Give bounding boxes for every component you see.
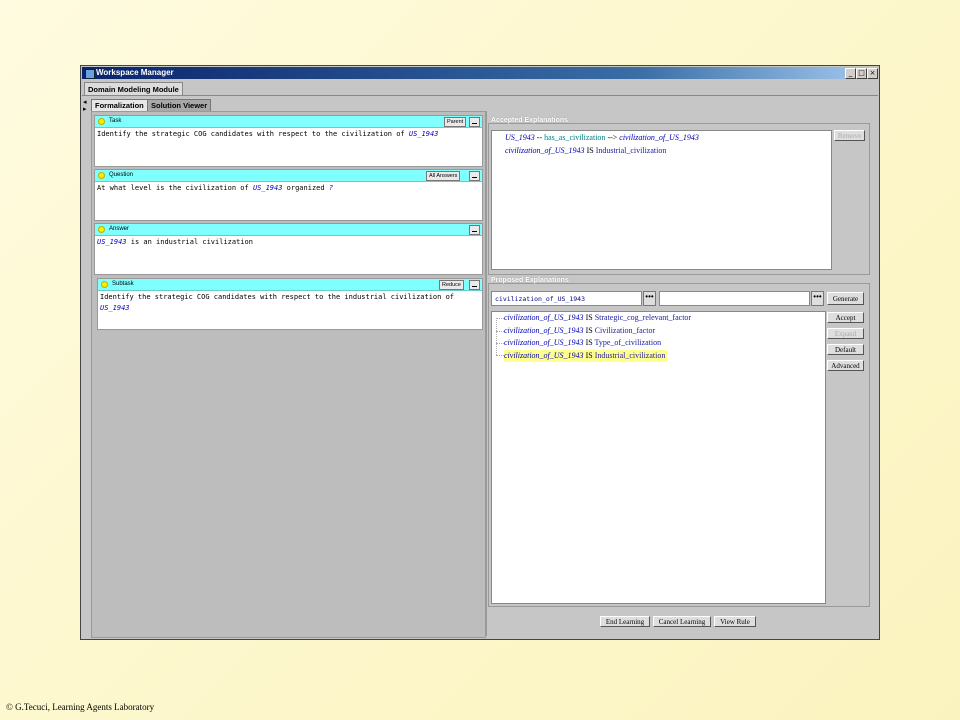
question-minimize-button[interactable] [469,171,480,181]
question-mark: ? [328,184,334,192]
subtask-text-line1: Identify the strategic COG candidates wi… [100,293,455,301]
explanation-source: civilization_of_US_1943 [504,325,584,335]
copyright-footer: © G.Tecuci, Learning Agents Laboratory [6,702,155,712]
proposed-explanations-list[interactable]: civilization_of_US_1943 IS Strategic_cog… [491,311,826,604]
explanation-source: US_1943 [505,133,535,142]
generate-button[interactable]: Generate [827,292,864,305]
explanation-target: Industrial_civilization [594,350,666,360]
answer-text-body: is an industrial civilization [126,238,253,246]
question-instance: US_1943 [252,184,283,192]
proposed-explanations-label: Proposed Explanations [491,277,569,284]
view-rule-button[interactable]: View Rule [714,616,756,627]
expand-right-arrow-icon[interactable]: ▸ [83,106,87,113]
explanation-arrow: -- [534,133,545,142]
explanation-source: civilization_of_US_1943 [504,313,584,322]
subtask-instance: US_1943 [100,304,130,312]
explanation-source: civilization_of_US_1943 [504,338,584,347]
app-icon [85,69,95,79]
answer-panel: Answer US_1943 is an industrial civiliza… [94,223,483,275]
question-text-tail: organized [282,184,329,192]
explanation-target-field[interactable] [659,291,810,306]
subtask-label: Subtask [112,281,134,287]
cancel-learning-button[interactable]: Cancel Learning [653,616,711,627]
remove-button[interactable]: Remove [834,130,865,141]
answer-text: US_1943 is an industrial civilization [97,237,253,248]
question-label: Question [109,172,134,178]
explanation-target: Industrial_civilization [595,146,667,155]
task-instance: US_1943 [408,130,439,138]
list-item[interactable]: civilization_of_US_1943 IS Type_of_civil… [504,337,661,350]
question-panel: Question All Answers At what level is th… [94,169,483,221]
explanation-arrow: --> [605,133,620,142]
collapse-left-arrow-icon[interactable]: ◂ [83,99,87,106]
explanation-source: civilization_of_US_1943 [505,146,585,155]
end-learning-button[interactable]: End Learning [600,616,650,627]
workspace-manager-window: Workspace Manager _ □ × Domain Modeling … [80,65,880,640]
explanation-is: IS [585,325,593,335]
explanation-source: civilization_of_US_1943 [504,350,584,360]
tree-connector [496,343,504,344]
answer-label: Answer [109,226,130,232]
tree-connector [496,318,497,355]
explanation-is: IS [585,313,593,322]
explanation-source-field[interactable]: civilization_of_US_1943 [491,291,642,306]
answer-status-icon [98,226,105,233]
question-text-body: At what level is the civilization of [97,184,253,192]
module-tab-divider [82,95,878,96]
list-item[interactable]: civilization_of_US_1943 IS Industrial_ci… [505,145,666,158]
close-button[interactable]: × [867,68,878,79]
maximize-button[interactable]: □ [856,68,867,79]
subtask-minimize-button[interactable] [469,280,480,290]
answer-minimize-button[interactable] [469,225,480,235]
module-tab[interactable]: Domain Modeling Module [84,82,183,96]
subtask-header: Subtask Reduce [98,279,482,291]
window-title: Workspace Manager [96,68,174,77]
all-answers-button[interactable]: All Answers [426,171,461,181]
task-label: Task [109,118,122,124]
accepted-explanations-list[interactable]: US_1943 -- has_as_civilization --> civil… [491,130,832,270]
answer-instance: US_1943 [97,238,127,246]
question-header: Question All Answers [95,170,482,182]
parent-button[interactable]: Parent [444,117,467,127]
task-text: Identify the strategic COG candidates wi… [97,129,438,140]
tree-connector [496,355,504,356]
subtask-status-icon [101,281,108,288]
list-item[interactable]: US_1943 -- has_as_civilization --> civil… [505,132,699,145]
formalization-pane: Task Parent Identify the strategic COG c… [91,111,486,638]
question-status-icon [98,172,105,179]
explanation-target: Strategic_cog_relevant_factor [594,313,692,322]
explanation-target: civilization_of_US_1943 [619,133,699,142]
expand-button[interactable]: Expand [827,328,864,339]
explanation-relation: has_as_civilization [544,133,606,142]
explanation-target: Civilization_factor [594,325,656,335]
explanation-target: Type_of_civilization [594,338,662,347]
task-text-body: Identify the strategic COG candidates wi… [97,130,409,138]
tree-connector [496,318,504,319]
explanation-is: IS [585,350,593,360]
source-browse-button[interactable]: ••• [643,291,656,306]
tree-connector [496,331,504,332]
reduce-button[interactable]: Reduce [439,280,464,290]
question-text: At what level is the civilization of US_… [97,183,333,194]
list-item[interactable]: civilization_of_US_1943 IS Civilization_… [504,325,655,338]
task-header: Task Parent [95,116,482,128]
task-status-icon [98,118,105,125]
explanation-is: IS [586,146,594,155]
task-panel: Task Parent Identify the strategic COG c… [94,115,483,167]
task-minimize-button[interactable] [469,117,480,127]
title-bar[interactable]: Workspace Manager _ □ × [82,67,878,79]
explanation-is: IS [585,338,593,347]
target-browse-button[interactable]: ••• [811,291,824,306]
subtask-panel: Subtask Reduce Identify the strategic CO… [97,278,483,330]
minimize-button[interactable]: _ [845,68,856,79]
accepted-explanations-label: Accepted Explanations [491,117,569,124]
pane-divider[interactable] [486,111,487,636]
answer-header: Answer [95,224,482,236]
list-item-selected[interactable]: civilization_of_US_1943 IS Industrial_ci… [504,349,668,362]
default-button[interactable]: Default [827,344,864,355]
accept-button[interactable]: Accept [827,312,864,323]
advanced-button[interactable]: Advanced [827,360,864,371]
list-item[interactable]: civilization_of_US_1943 IS Strategic_cog… [504,312,691,325]
